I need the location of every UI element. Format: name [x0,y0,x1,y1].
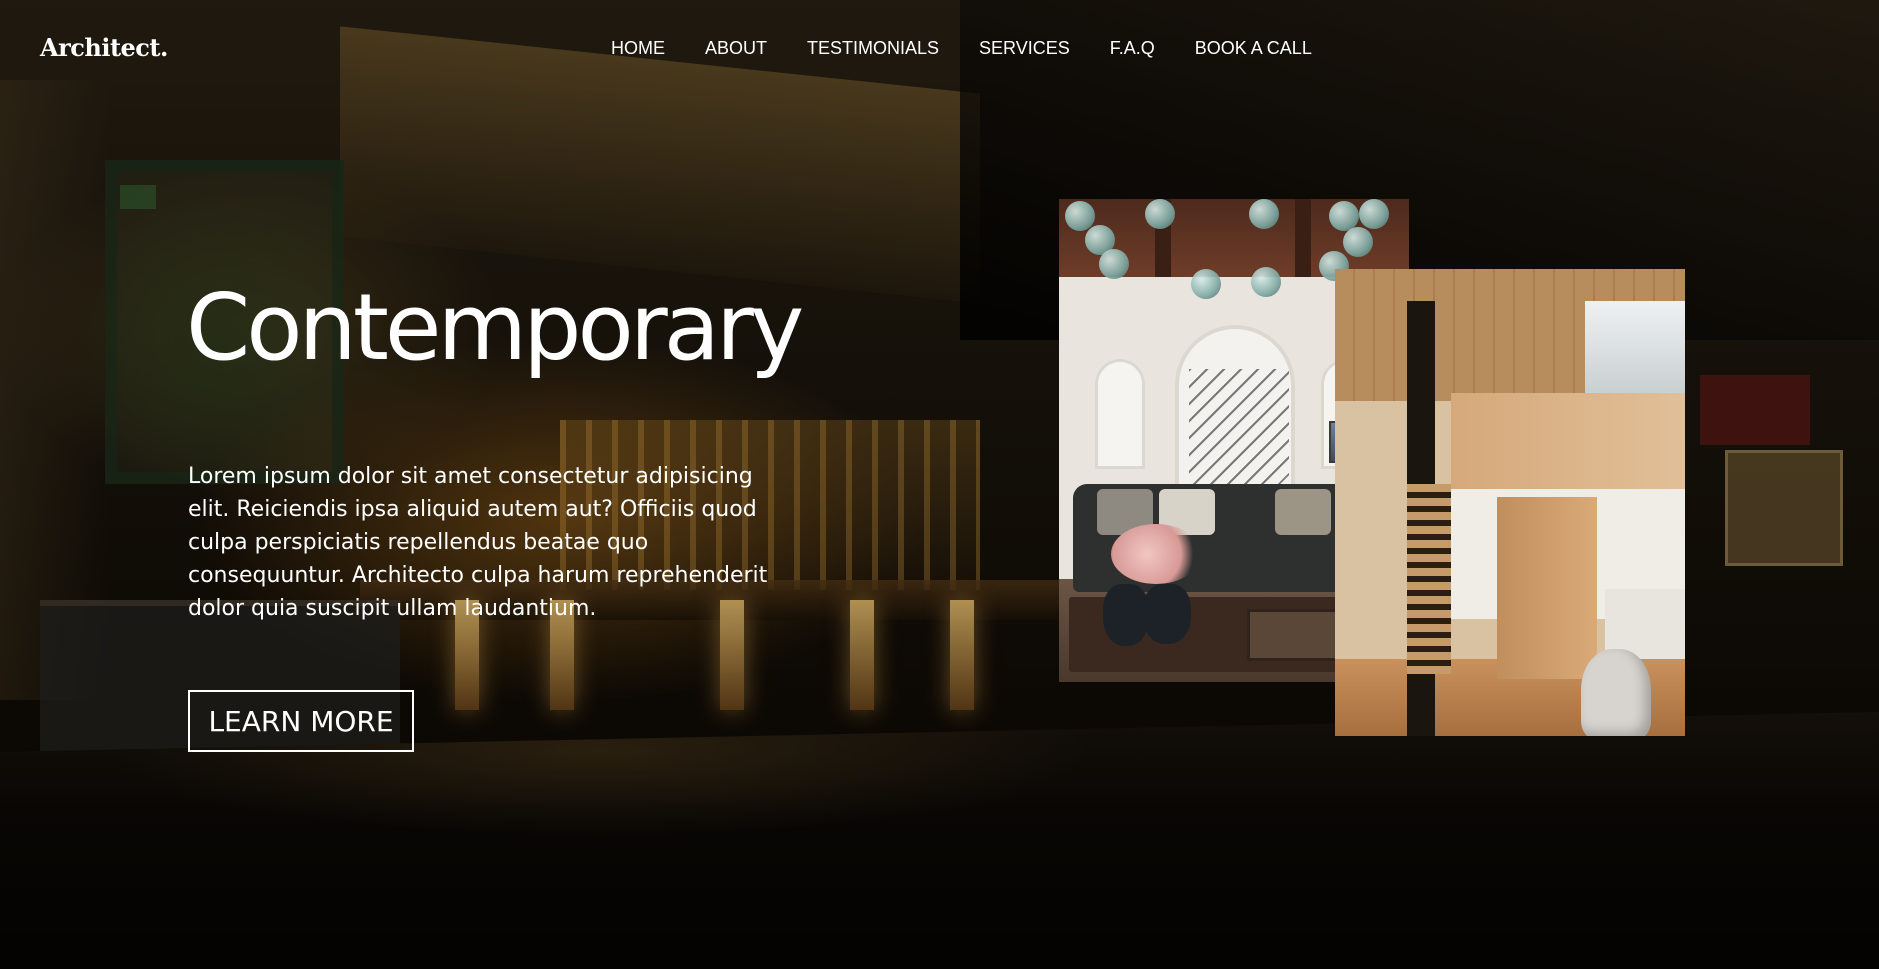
nav-home[interactable]: HOME [611,38,665,59]
nav-services[interactable]: SERVICES [979,38,1070,59]
wall-niche [1095,359,1145,469]
site-logo[interactable]: Architect. [40,33,168,62]
open-staircase [1407,484,1451,674]
vase [1143,584,1191,644]
glass-pendant [1145,199,1175,229]
glass-pendant [1251,267,1281,297]
loft-interior-photo [1335,269,1685,736]
mezzanine-wall [1451,393,1685,489]
wood-cabinet [1497,497,1597,679]
glass-pendant [1065,201,1095,231]
glass-pendant [1249,199,1279,229]
ceiling-beam [1295,199,1311,277]
glass-pendant [1359,199,1389,229]
nav-book-a-call[interactable]: BOOK A CALL [1195,38,1312,59]
window [1585,301,1685,393]
glass-pendant [1099,249,1129,279]
glass-pendant [1191,269,1221,299]
nav-about[interactable]: ABOUT [705,38,767,59]
nav-faq[interactable]: F.A.Q [1110,38,1155,59]
nav-testimonials[interactable]: TESTIMONIALS [807,38,939,59]
hero-description: Lorem ipsum dolor sit amet consectetur a… [188,464,768,621]
learn-more-button[interactable]: LEARN MORE [188,690,414,752]
glass-pendant [1343,227,1373,257]
hero-title: Contemporary [186,274,804,381]
cushion [1275,489,1331,535]
main-nav: HOME ABOUT TESTIMONIALS SERVICES F.A.Q B… [611,38,1352,59]
chair [1581,649,1651,736]
flower-bouquet [1111,524,1201,584]
